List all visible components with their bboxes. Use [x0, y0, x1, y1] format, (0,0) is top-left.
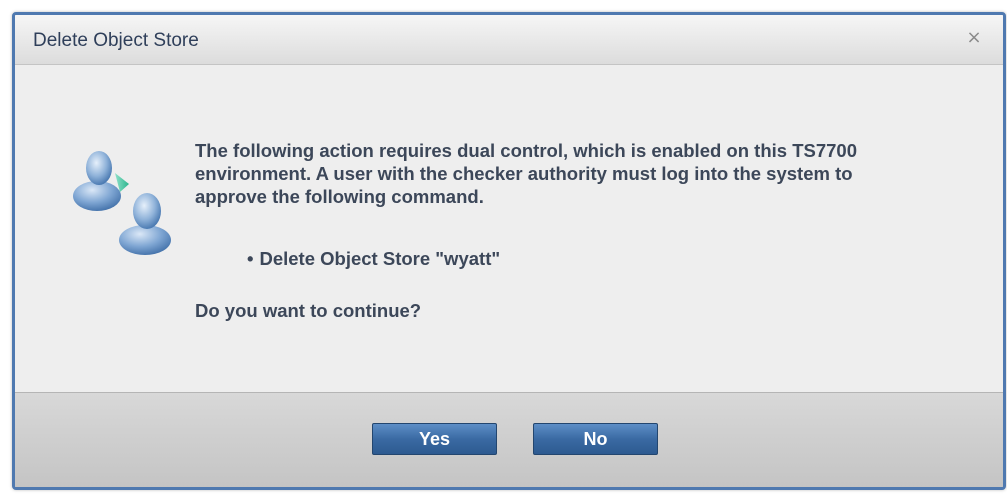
dialog-content: The following action requires dual contr…: [15, 65, 1003, 392]
command-text: Delete Object Store "wyatt": [259, 248, 501, 269]
dialog-title: Delete Object Store: [33, 30, 199, 51]
bullet-marker: •: [247, 248, 254, 269]
dual-control-message: The following action requires dual contr…: [195, 140, 857, 207]
confirm-question: Do you want to continue?: [195, 300, 422, 321]
dual-user-icon: [73, 151, 171, 255]
yes-button[interactable]: Yes: [372, 423, 497, 455]
dialog-footer: Yes No: [15, 392, 1003, 487]
dialog-titlebar: Delete Object Store ×: [15, 15, 1003, 65]
close-icon[interactable]: ×: [963, 27, 985, 49]
command-list-item: • Delete Object Store "wyatt": [247, 248, 500, 270]
delete-object-store-dialog: Delete Object Store × The following acti…: [12, 12, 1006, 490]
no-button[interactable]: No: [533, 423, 658, 455]
